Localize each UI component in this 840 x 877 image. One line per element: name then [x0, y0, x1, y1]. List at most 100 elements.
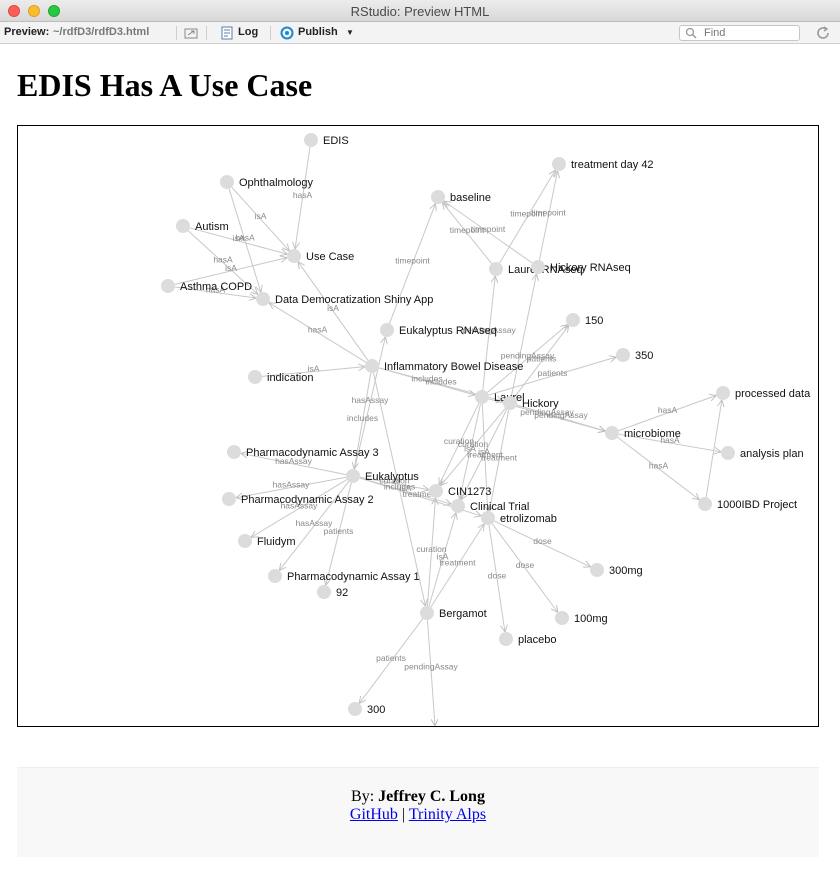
graph-node[interactable]: Pharmacodynamic Assay 2 — [222, 492, 374, 506]
graph-node-circle[interactable] — [268, 569, 282, 583]
graph-node-circle[interactable] — [489, 262, 503, 276]
graph-node[interactable]: Hickory — [503, 396, 559, 410]
graph-node[interactable]: EDIS — [304, 133, 349, 147]
graph-node[interactable]: processed data — [716, 386, 811, 400]
log-button[interactable]: Log — [238, 26, 258, 38]
graph-node-circle[interactable] — [429, 484, 443, 498]
graph-node-circle[interactable] — [161, 279, 175, 293]
graph-node-circle[interactable] — [348, 702, 362, 716]
graph-node-circle[interactable] — [222, 492, 236, 506]
github-link[interactable]: GitHub — [350, 806, 398, 823]
graph-node[interactable]: analysis plan — [721, 446, 804, 460]
rdf-graph-panel[interactable]: hasA isA hasA isA hasA isA hasA isA hasA isA inclu… — [17, 125, 819, 727]
graph-node[interactable]: baseline — [431, 190, 491, 204]
page-footer: By: Jeffrey C. Long GitHub | Trinity Alp… — [17, 767, 819, 857]
graph-node-circle[interactable] — [287, 249, 301, 263]
graph-node-circle[interactable] — [304, 133, 318, 147]
graph-node[interactable]: indication — [248, 370, 313, 384]
graph-node-circle[interactable] — [176, 219, 190, 233]
graph-node[interactable]: 300 — [348, 702, 385, 716]
graph-edge-label: isA — [233, 233, 245, 243]
graph-node[interactable]: 150 — [566, 313, 603, 327]
graph-node-label: placebo — [518, 634, 557, 646]
window-title: RStudio: Preview HTML — [350, 4, 490, 19]
graph-node-circle[interactable] — [365, 359, 379, 373]
graph-node[interactable]: microbiome — [605, 426, 681, 440]
publish-icon[interactable] — [280, 26, 294, 40]
graph-node-label: Eukalyptus RNAseq — [399, 325, 497, 337]
graph-node-circle[interactable] — [721, 446, 735, 460]
refresh-icon[interactable] — [815, 25, 831, 41]
graph-node[interactable]: Bergamot — [420, 606, 487, 620]
graph-node[interactable]: Data Democratization Shiny App — [256, 292, 433, 306]
graph-node[interactable]: 92 — [317, 585, 348, 599]
graph-node-label: treatment day 42 — [571, 159, 654, 171]
toolbar-divider — [206, 26, 207, 40]
trinity-alps-link[interactable]: Trinity Alps — [409, 806, 486, 823]
graph-edge-label: treatment — [440, 558, 477, 568]
graph-node-circle[interactable] — [248, 370, 262, 384]
graph-node-circle[interactable] — [531, 260, 545, 274]
graph-node[interactable]: Eukalyptus — [346, 469, 419, 483]
graph-node-circle[interactable] — [346, 469, 360, 483]
graph-node-circle[interactable] — [431, 190, 445, 204]
graph-node-label: Pharmacodynamic Assay 3 — [246, 447, 379, 459]
graph-node-label: Pharmacodynamic Assay 1 — [287, 571, 420, 583]
graph-node[interactable]: Ophthalmology — [220, 175, 313, 189]
graph-node[interactable]: 300mg — [590, 563, 643, 577]
graph-node-circle[interactable] — [317, 585, 331, 599]
graph-node-circle[interactable] — [716, 386, 730, 400]
graph-node[interactable]: Laurel — [475, 390, 525, 404]
preview-content: EDIS Has A Use Case hasA isA hasA isA hasA is… — [0, 45, 840, 877]
graph-node-circle[interactable] — [616, 348, 630, 362]
graph-node-label: 300mg — [609, 565, 643, 577]
graph-node-circle[interactable] — [481, 511, 495, 525]
graph-node-label: Autism — [195, 221, 229, 233]
graph-node[interactable]: 100mg — [555, 611, 608, 625]
graph-node-circle[interactable] — [380, 323, 394, 337]
find-input[interactable] — [704, 27, 796, 39]
graph-node-label: Data Democratization Shiny App — [275, 294, 433, 306]
graph-node-circle[interactable] — [238, 534, 252, 548]
publish-dropdown-icon[interactable]: ▼ — [346, 28, 354, 37]
graph-node[interactable]: etrolizomab — [481, 511, 557, 525]
graph-node[interactable]: Eukalyptus RNAseq — [380, 323, 497, 337]
graph-node-circle[interactable] — [552, 157, 566, 171]
find-box[interactable] — [679, 25, 800, 41]
graph-node[interactable]: placebo — [499, 632, 557, 646]
graph-node[interactable]: Use Case — [287, 249, 354, 263]
graph-node-circle[interactable] — [220, 175, 234, 189]
graph-node[interactable]: Asthma COPD — [161, 279, 252, 293]
graph-node-label: Use Case — [306, 251, 354, 263]
graph-node-circle[interactable] — [227, 445, 241, 459]
graph-node-circle[interactable] — [566, 313, 580, 327]
log-icon[interactable] — [220, 26, 234, 40]
graph-node-circle[interactable] — [698, 497, 712, 511]
graph-node[interactable]: Clinical Trial — [451, 499, 529, 513]
graph-node[interactable]: Pharmacodynamic Assay 1 — [268, 569, 420, 583]
graph-node-circle[interactable] — [475, 390, 489, 404]
graph-node[interactable]: treatment day 42 — [552, 157, 654, 171]
graph-node[interactable]: CIN1273 — [429, 484, 491, 498]
graph-node[interactable]: 350 — [616, 348, 653, 362]
publish-button[interactable]: Publish — [298, 26, 338, 38]
graph-node-circle[interactable] — [590, 563, 604, 577]
graph-node-circle[interactable] — [605, 426, 619, 440]
preview-toolbar: Preview: ~/rdfD3/rdfD3.html Log Publish … — [0, 22, 840, 44]
graph-node[interactable]: Fluidym — [238, 534, 296, 548]
graph-node-circle[interactable] — [256, 292, 270, 306]
graph-node[interactable]: Pharmacodynamic Assay 3 — [227, 445, 379, 459]
graph-edge-label: patients — [324, 526, 354, 536]
graph-node-circle[interactable] — [451, 499, 465, 513]
graph-node-circle[interactable] — [499, 632, 513, 646]
graph-node[interactable]: 1000IBD Project — [698, 497, 797, 511]
graph-node[interactable]: Inflammatory Bowel Disease — [365, 359, 523, 373]
rdf-graph[interactable]: hasAisAhasAisAhasAisAhasAisAhasAisAinclu… — [18, 126, 818, 726]
open-in-browser-icon[interactable] — [184, 26, 198, 40]
graph-node-label: 150 — [585, 315, 603, 327]
graph-node-circle[interactable] — [503, 396, 517, 410]
graph-edge-label: patients — [376, 653, 406, 663]
graph-node-circle[interactable] — [555, 611, 569, 625]
graph-node-circle[interactable] — [420, 606, 434, 620]
graph-node[interactable]: Autism — [176, 219, 229, 233]
